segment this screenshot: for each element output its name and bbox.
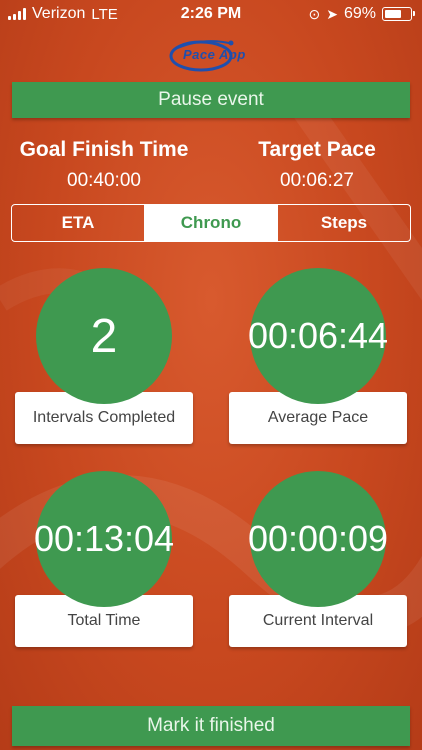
stat-current-interval: Current Interval 00:00:09 — [229, 471, 407, 647]
status-bar: Verizon LTE 2:26 PM ⊙ ➤ 69% — [0, 0, 422, 28]
goal-finish-time: Goal Finish Time 00:40:00 — [14, 138, 194, 192]
pause-event-button[interactable]: Pause event — [12, 82, 410, 118]
stat-total-time: Total Time 00:13:04 — [15, 471, 193, 647]
battery-percent: 69% — [343, 5, 376, 22]
stat-value: 00:00:09 — [248, 471, 388, 607]
target-pace-value: 00:06:27 — [280, 170, 354, 191]
tab-chrono[interactable]: Chrono — [144, 205, 277, 241]
stat-value: 2 — [36, 268, 172, 404]
tab-eta[interactable]: ETA — [12, 205, 144, 241]
goal-finish-value: 00:40:00 — [67, 170, 141, 191]
target-pace: Target Pace 00:06:27 — [232, 138, 402, 192]
stat-intervals-completed: Intervals Completed 2 — [15, 268, 193, 444]
goal-finish-label: Goal Finish Time — [19, 138, 189, 161]
logo-text: Pace App — [183, 47, 246, 62]
mode-tabs: ETA Chrono Steps — [11, 204, 411, 242]
battery-icon — [382, 7, 415, 21]
app-logo: Pace App — [163, 32, 259, 78]
location-arrow-icon: ➤ — [326, 5, 338, 22]
tab-steps[interactable]: Steps — [277, 205, 410, 241]
target-pace-label: Target Pace — [258, 138, 376, 161]
stat-value: 00:13:04 — [34, 471, 174, 607]
mark-finished-button[interactable]: Mark it finished — [12, 706, 410, 746]
stat-average-pace: Average Pace 00:06:44 — [229, 268, 407, 444]
orientation-lock-icon: ⊙ — [308, 5, 321, 22]
stat-value: 00:06:44 — [248, 268, 388, 404]
